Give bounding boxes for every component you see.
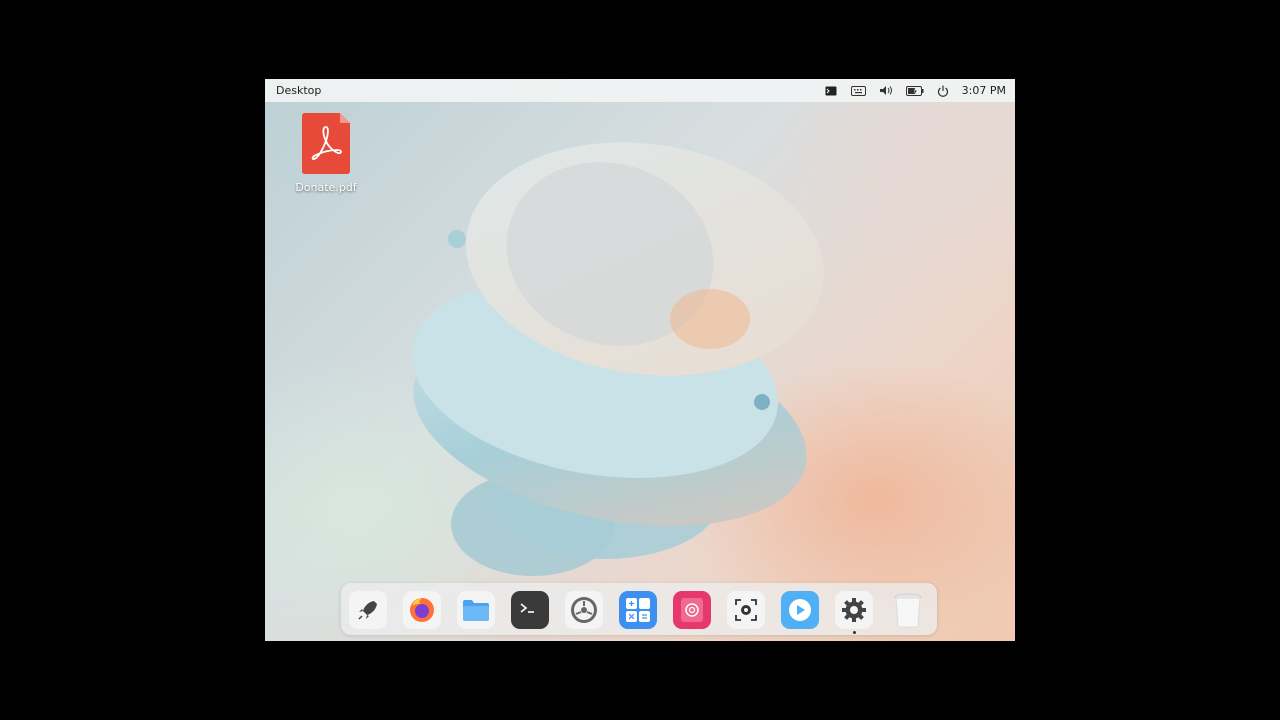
volume-icon[interactable] bbox=[876, 79, 898, 102]
trash-icon[interactable] bbox=[889, 591, 927, 629]
launcher-icon[interactable] bbox=[349, 591, 387, 629]
top-panel: Desktop 3:07 PM bbox=[265, 79, 1015, 102]
wallpaper-art bbox=[412, 142, 824, 576]
power-icon[interactable] bbox=[932, 79, 954, 102]
firefox-icon[interactable] bbox=[403, 591, 441, 629]
dock bbox=[341, 583, 937, 635]
screenshot-icon[interactable] bbox=[727, 591, 765, 629]
terminal-tray-icon[interactable] bbox=[820, 79, 842, 102]
pdf-file-icon bbox=[302, 113, 350, 174]
terminal-icon[interactable] bbox=[511, 591, 549, 629]
clock[interactable]: 3:07 PM bbox=[962, 84, 1006, 97]
files-icon[interactable] bbox=[457, 591, 495, 629]
window-title: Desktop bbox=[276, 84, 322, 97]
calculator-icon[interactable] bbox=[619, 591, 657, 629]
desktop-file-label: Donate.pdf bbox=[295, 181, 357, 194]
keyboard-icon[interactable] bbox=[848, 79, 870, 102]
system-tray: 3:07 PM bbox=[814, 79, 1006, 102]
system-settings-icon[interactable] bbox=[565, 591, 603, 629]
desktop-screen: Desktop 3:07 PM Donate.pdf bbox=[265, 79, 1015, 641]
desktop-file-donate-pdf[interactable]: Donate.pdf bbox=[291, 113, 361, 194]
debian-icon[interactable] bbox=[673, 591, 711, 629]
settings-gear-icon[interactable] bbox=[835, 591, 873, 629]
media-player-icon[interactable] bbox=[781, 591, 819, 629]
battery-icon[interactable] bbox=[904, 79, 926, 102]
running-indicator bbox=[853, 631, 856, 634]
